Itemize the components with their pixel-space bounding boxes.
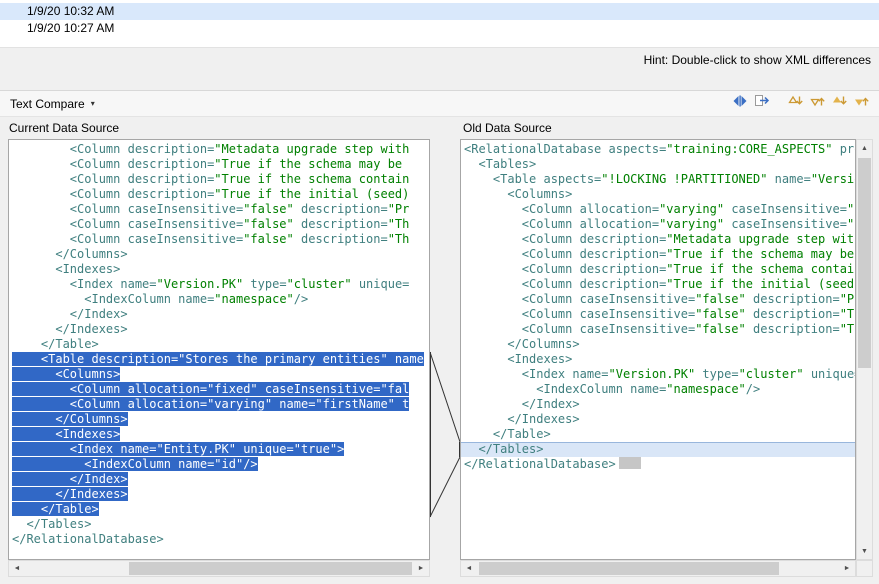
code-line[interactable]: <Column allocation="fixed" caseInsensiti…: [12, 382, 429, 397]
code-line[interactable]: </Indexes>: [464, 412, 855, 427]
code-line[interactable]: <Column description="True if the initial…: [12, 187, 429, 202]
scrollbar-corner: [856, 560, 873, 577]
code-line[interactable]: <Table aspects="!LOCKING !PARTITIONED" n…: [464, 172, 855, 187]
code-line[interactable]: <Column caseInsensitive="false" descript…: [12, 232, 429, 247]
code-line[interactable]: <Column description="True if the schema …: [464, 262, 855, 277]
chevron-down-icon: ▾: [91, 99, 95, 108]
code-line[interactable]: </Columns>: [464, 337, 855, 352]
scroll-right-arrow-icon[interactable]: ►: [839, 561, 855, 576]
code-line[interactable]: <Column allocation="varying" caseInsensi…: [464, 202, 855, 217]
next-change-icon: [832, 93, 848, 114]
code-line[interactable]: <Column caseInsensitive="false" descript…: [12, 202, 429, 217]
history-list: 1/9/20 10:32 AM 1/9/20 10:27 AM: [0, 0, 879, 47]
code-line[interactable]: <IndexColumn name="namespace"/>: [464, 382, 855, 397]
compare-editor: 1/9/20 10:32 AM 1/9/20 10:27 AM Hint: Do…: [0, 0, 879, 584]
code-line[interactable]: <IndexColumn name="namespace"/>: [12, 292, 429, 307]
previous-difference-button[interactable]: [807, 93, 829, 115]
code-line[interactable]: <Column caseInsensitive="false" descript…: [464, 292, 855, 307]
code-line[interactable]: <Column description="Metadata upgrade st…: [12, 142, 429, 157]
code-line[interactable]: </Tables>: [12, 517, 429, 532]
right-pane-title: Old Data Source: [463, 117, 552, 139]
scroll-down-arrow-icon[interactable]: ▼: [857, 543, 872, 559]
code-line[interactable]: </Table>: [12, 337, 429, 352]
insertion-marker: [619, 457, 641, 469]
code-line[interactable]: <Tables>: [464, 157, 855, 172]
code-line[interactable]: <Column description="True if the schema …: [464, 247, 855, 262]
code-line[interactable]: </Table>: [464, 427, 855, 442]
code-line[interactable]: <Column description="True if the initial…: [464, 277, 855, 292]
code-line[interactable]: <Index name="Entity.PK" unique="true">: [12, 442, 429, 457]
code-line[interactable]: </Indexes>: [12, 487, 429, 502]
code-line[interactable]: <IndexColumn name="id"/>: [12, 457, 429, 472]
previous-difference-icon: [810, 93, 826, 114]
next-change-button[interactable]: [829, 93, 851, 115]
left-pane-title: Current Data Source: [9, 117, 119, 139]
code-line[interactable]: </Columns>: [12, 247, 429, 262]
right-horizontal-scrollbar[interactable]: ◄ ►: [460, 560, 856, 577]
previous-change-icon: [854, 93, 870, 114]
code-line[interactable]: <Columns>: [464, 187, 855, 202]
viewer-mode-label: Text Compare: [10, 97, 85, 111]
code-line[interactable]: <Column caseInsensitive="false" descript…: [464, 307, 855, 322]
scroll-right-arrow-icon[interactable]: ►: [413, 561, 429, 576]
code-line[interactable]: <Indexes>: [12, 427, 429, 442]
copy-change-left-to-right-icon: [754, 93, 770, 114]
compare-toolbar: Text Compare ▾: [0, 90, 879, 117]
history-row[interactable]: 1/9/20 10:27 AM: [0, 20, 879, 37]
history-row[interactable]: 1/9/20 10:32 AM: [0, 3, 879, 20]
scrollbar-thumb[interactable]: [858, 158, 871, 368]
code-line[interactable]: <Column caseInsensitive="false" descript…: [12, 217, 429, 232]
code-line[interactable]: <Column caseInsensitive="false" descript…: [464, 322, 855, 337]
code-line[interactable]: <Indexes>: [12, 262, 429, 277]
hint-text: Hint: Double-click to show XML differenc…: [0, 47, 879, 72]
code-line[interactable]: </Table>: [12, 502, 429, 517]
previous-change-button[interactable]: [851, 93, 873, 115]
right-vertical-scrollbar[interactable]: ▲ ▼: [856, 139, 873, 560]
swap-panes-button[interactable]: [729, 93, 751, 115]
code-line[interactable]: <Column description="True if the schema …: [12, 157, 429, 172]
code-line[interactable]: <Index name="Version.PK" type="cluster" …: [464, 367, 855, 382]
toolbar-icon-group: [729, 93, 879, 115]
history-timestamp: 1/9/20 10:27 AM: [27, 21, 114, 35]
diff-connector: [430, 139, 460, 560]
swap-panes-icon: [732, 93, 748, 114]
compare-pane-left[interactable]: <Column description="Metadata upgrade st…: [8, 139, 430, 560]
next-difference-button[interactable]: [785, 93, 807, 115]
scroll-left-arrow-icon[interactable]: ◄: [461, 561, 477, 576]
left-horizontal-scrollbar[interactable]: ◄ ►: [8, 560, 430, 577]
code-line[interactable]: <Table description="Stores the primary e…: [12, 352, 429, 367]
next-difference-icon: [788, 93, 804, 114]
code-line[interactable]: </Index>: [12, 307, 429, 322]
code-line[interactable]: <Column allocation="varying" caseInsensi…: [464, 217, 855, 232]
code-line[interactable]: </Columns>: [12, 412, 429, 427]
code-line[interactable]: </RelationalDatabase>: [12, 532, 429, 547]
code-line[interactable]: <Column allocation="varying" name="first…: [12, 397, 429, 412]
viewer-mode-menu[interactable]: Text Compare ▾: [0, 97, 105, 111]
scrollbar-thumb[interactable]: [129, 562, 412, 575]
code-line[interactable]: <Index name="Version.PK" type="cluster" …: [12, 277, 429, 292]
scrollbar-thumb[interactable]: [479, 562, 779, 575]
code-line[interactable]: </RelationalDatabase>: [464, 457, 855, 472]
code-line[interactable]: </Index>: [12, 472, 429, 487]
compare-pane-right[interactable]: <RelationalDatabase aspects="training:CO…: [460, 139, 856, 560]
code-line[interactable]: </Indexes>: [12, 322, 429, 337]
code-line[interactable]: <Columns>: [12, 367, 429, 382]
copy-change-left-to-right-button[interactable]: [751, 93, 773, 115]
code-line[interactable]: <Column description="True if the schema …: [12, 172, 429, 187]
scroll-up-arrow-icon[interactable]: ▲: [857, 140, 872, 156]
code-line[interactable]: </Index>: [464, 397, 855, 412]
code-line[interactable]: <Indexes>: [464, 352, 855, 367]
history-timestamp: 1/9/20 10:32 AM: [27, 4, 114, 18]
code-line[interactable]: <RelationalDatabase aspects="training:CO…: [464, 142, 855, 157]
scroll-left-arrow-icon[interactable]: ◄: [9, 561, 25, 576]
code-line[interactable]: </Tables>: [461, 442, 855, 457]
code-line[interactable]: <Column description="Metadata upgrade st…: [464, 232, 855, 247]
